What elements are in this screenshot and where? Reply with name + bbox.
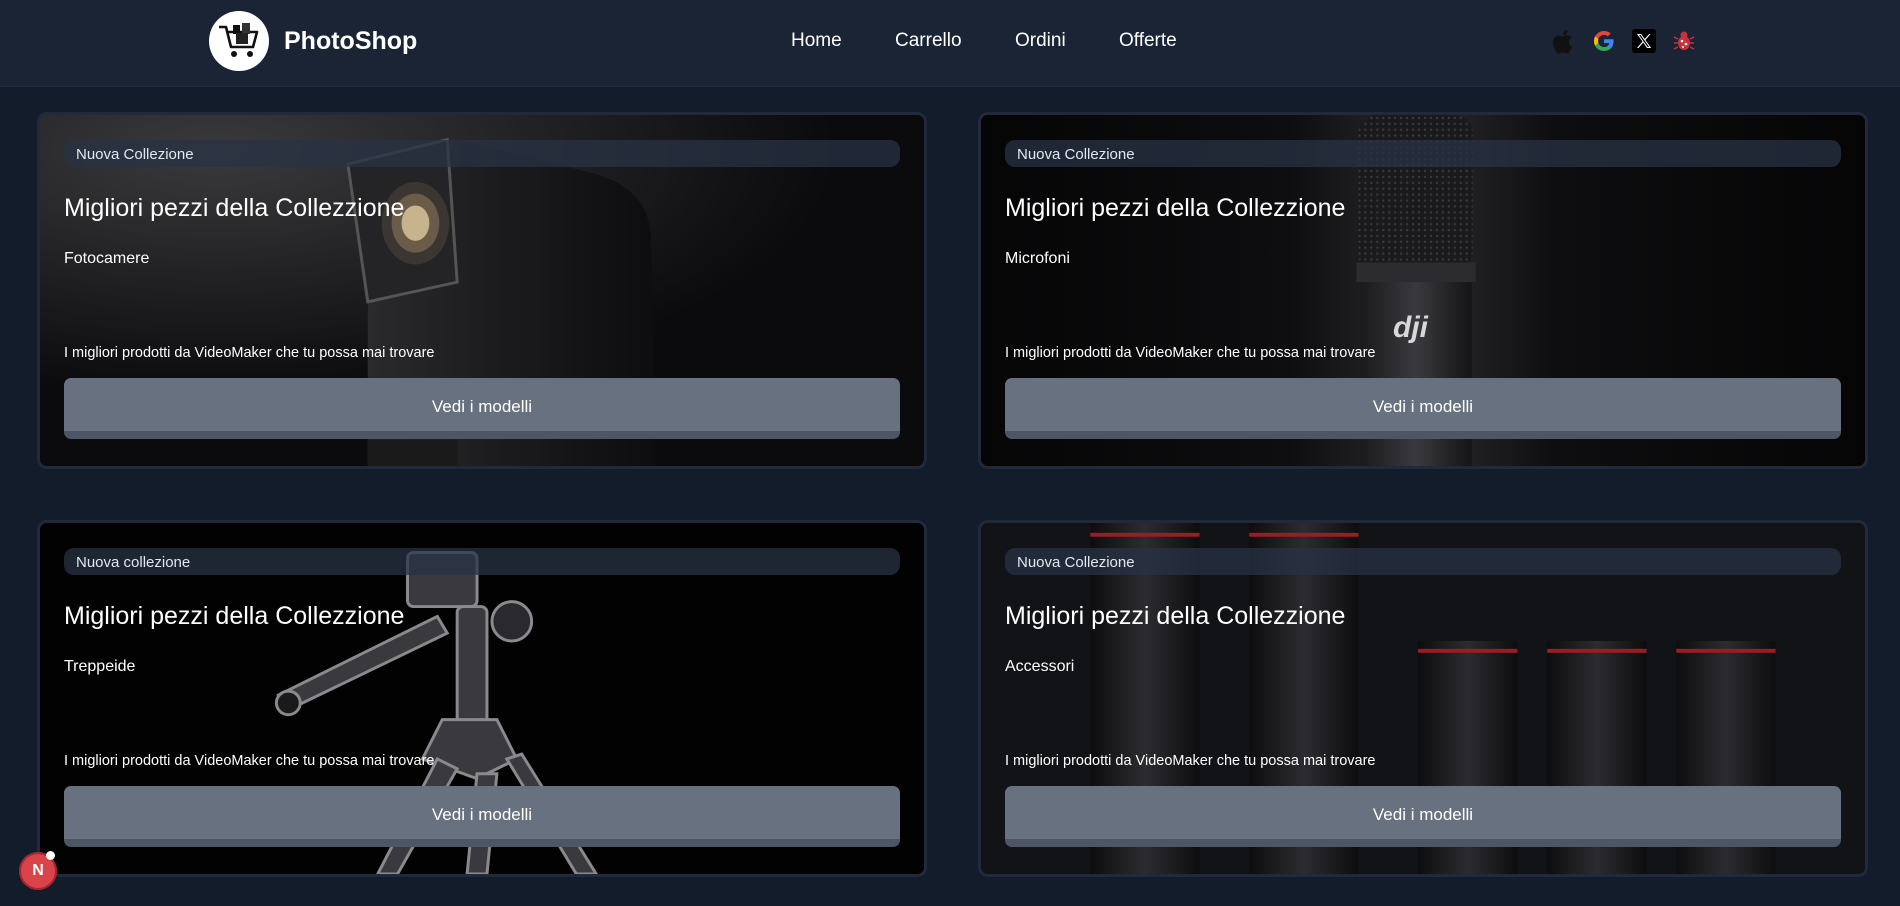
notification-dot: [46, 851, 55, 860]
card-subtitle: Fotocamere: [64, 250, 150, 267]
collection-tag: Nuova Collezione: [64, 140, 900, 167]
dji-logo: dji: [1393, 311, 1428, 344]
vedi-modelli-button[interactable]: Vedi i modelli: [64, 786, 900, 847]
collection-card-fotocamere: Nuova Collezione Migliori pezzi della Co…: [37, 112, 927, 469]
collection-tag: Nuova Collezione: [1005, 140, 1841, 167]
card-description: I migliori prodotti da VideoMaker che tu…: [1005, 753, 1376, 769]
nav-offerte[interactable]: Offerte: [1119, 30, 1177, 52]
shopping-cart-icon: [219, 23, 259, 57]
card-description: I migliori prodotti da VideoMaker che tu…: [1005, 345, 1376, 361]
collection-tag: Nuova Collezione: [1005, 548, 1841, 575]
card-title: Migliori pezzi della Collezzione: [1005, 602, 1346, 630]
card-description: I migliori prodotti da VideoMaker che tu…: [64, 753, 435, 769]
collection-tag: Nuova collezione: [64, 548, 900, 575]
vedi-modelli-button[interactable]: Vedi i modelli: [1005, 786, 1841, 847]
nav-carrello[interactable]: Carrello: [895, 30, 962, 52]
card-subtitle: Accessori: [1005, 658, 1075, 675]
collection-card-accessori: Nuova Collezione Migliori pezzi della Co…: [978, 520, 1868, 877]
bug-icon[interactable]: [1671, 28, 1697, 54]
google-icon[interactable]: [1591, 28, 1617, 54]
collection-card-treppeide: Nuova collezione Migliori pezzi della Co…: [37, 520, 927, 877]
vedi-modelli-button[interactable]: Vedi i modelli: [1005, 378, 1841, 439]
card-title: Migliori pezzi della Collezzione: [64, 194, 405, 222]
collection-card-microfoni: Nuova Collezione Migliori pezzi della Co…: [978, 112, 1868, 469]
card-title: Migliori pezzi della Collezzione: [64, 602, 405, 630]
vedi-modelli-button[interactable]: Vedi i modelli: [64, 378, 900, 439]
card-description: I migliori prodotti da VideoMaker che tu…: [64, 345, 435, 361]
card-title: Migliori pezzi della Collezzione: [1005, 194, 1346, 222]
nav-ordini[interactable]: Ordini: [1015, 30, 1066, 52]
shopping-cart-logo[interactable]: [209, 11, 269, 71]
top-navbar: PhotoShop Home Carrello Ordini Offerte: [0, 0, 1900, 87]
nav-home[interactable]: Home: [791, 30, 842, 52]
card-subtitle: Microfoni: [1005, 250, 1070, 267]
apple-icon[interactable]: [1551, 28, 1577, 54]
brand-name[interactable]: PhotoShop: [284, 27, 417, 56]
card-subtitle: Treppeide: [64, 658, 136, 675]
x-icon[interactable]: [1631, 28, 1657, 54]
